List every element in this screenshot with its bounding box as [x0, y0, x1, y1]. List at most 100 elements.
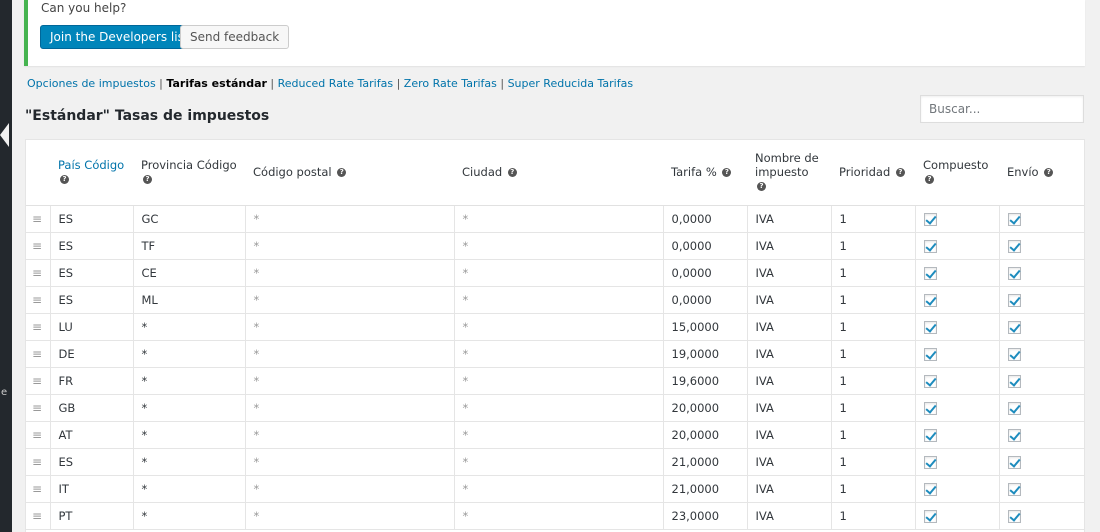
header-country[interactable]: País Código? — [50, 140, 133, 206]
compound-checkbox[interactable] — [923, 428, 937, 442]
shipping-checkbox[interactable] — [1007, 482, 1021, 496]
table-row[interactable]: ≡ AT * * * 20,0000 IVA 1 — [26, 421, 1084, 449]
help-icon[interactable]: ? — [895, 168, 905, 178]
drag-handle-icon[interactable]: ≡ — [26, 367, 50, 395]
cell-state[interactable]: TF — [132, 232, 245, 260]
cell-rate[interactable]: 0,0000 — [662, 205, 747, 233]
table-row[interactable]: ≡ ES TF * * 0,0000 IVA 1 — [26, 232, 1084, 260]
cell-city[interactable]: * — [453, 394, 663, 422]
help-icon[interactable]: ? — [60, 175, 69, 185]
cell-priority[interactable]: 1 — [830, 340, 915, 368]
drag-handle-icon[interactable]: ≡ — [26, 394, 50, 422]
cell-priority[interactable]: 1 — [830, 502, 915, 530]
table-row[interactable]: ≡ ES CE * * 0,0000 IVA 1 — [26, 259, 1084, 287]
shipping-checkbox[interactable] — [1007, 293, 1021, 307]
cell-country[interactable]: DE — [49, 340, 133, 368]
cell-country[interactable]: GB — [49, 394, 133, 422]
shipping-checkbox[interactable] — [1007, 509, 1021, 523]
help-icon[interactable]: ? — [507, 168, 517, 178]
table-row[interactable]: ≡ ES * * * 21,0000 IVA 1 — [26, 448, 1084, 476]
compound-checkbox[interactable] — [923, 401, 937, 415]
cell-state[interactable]: * — [132, 394, 245, 422]
compound-checkbox[interactable] — [923, 347, 937, 361]
join-developers-button[interactable]: Join the Developers list — [40, 25, 199, 49]
cell-rate[interactable]: 0,0000 — [662, 232, 747, 260]
cell-city[interactable]: * — [453, 475, 663, 503]
cell-tax-name[interactable]: IVA — [746, 421, 831, 449]
help-icon[interactable]: ? — [1044, 168, 1054, 178]
cell-rate[interactable]: 21,0000 — [662, 475, 747, 503]
nav-super-reduced-rates[interactable]: Super Reducida Tarifas — [508, 77, 633, 90]
cell-tax-name[interactable]: IVA — [746, 232, 831, 260]
compound-checkbox[interactable] — [923, 374, 937, 388]
nav-tax-options[interactable]: Opciones de impuestos — [27, 77, 156, 90]
cell-state[interactable]: * — [132, 313, 245, 341]
compound-checkbox[interactable] — [923, 239, 937, 253]
cell-postcode[interactable]: * — [244, 313, 454, 341]
cell-country[interactable]: ES — [49, 205, 133, 233]
cell-rate[interactable]: 20,0000 — [662, 421, 747, 449]
cell-city[interactable]: * — [453, 259, 663, 287]
drag-handle-icon[interactable]: ≡ — [26, 259, 50, 287]
cell-postcode[interactable]: * — [244, 232, 454, 260]
cell-postcode[interactable]: * — [244, 502, 454, 530]
table-row[interactable]: ≡ FR * * * 19,6000 IVA 1 — [26, 367, 1084, 395]
cell-priority[interactable]: 1 — [830, 448, 915, 476]
shipping-checkbox[interactable] — [1007, 320, 1021, 334]
cell-postcode[interactable]: * — [244, 421, 454, 449]
cell-priority[interactable]: 1 — [830, 313, 915, 341]
cell-priority[interactable]: 1 — [830, 475, 915, 503]
cell-state[interactable]: GC — [132, 205, 245, 233]
drag-handle-icon[interactable]: ≡ — [26, 313, 50, 341]
cell-country[interactable]: FR — [49, 367, 133, 395]
cell-tax-name[interactable]: IVA — [746, 448, 831, 476]
cell-rate[interactable]: 0,0000 — [662, 259, 747, 287]
cell-country[interactable]: ES — [49, 286, 133, 314]
cell-postcode[interactable]: * — [244, 367, 454, 395]
table-row[interactable]: ≡ ES ML * * 0,0000 IVA 1 — [26, 286, 1084, 314]
cell-priority[interactable]: 1 — [830, 259, 915, 287]
compound-checkbox[interactable] — [923, 266, 937, 280]
cell-tax-name[interactable]: IVA — [746, 286, 831, 314]
drag-handle-icon[interactable]: ≡ — [26, 475, 50, 503]
cell-priority[interactable]: 1 — [830, 394, 915, 422]
cell-city[interactable]: * — [453, 502, 663, 530]
cell-rate[interactable]: 19,6000 — [662, 367, 747, 395]
cell-state[interactable]: ML — [132, 286, 245, 314]
shipping-checkbox[interactable] — [1007, 374, 1021, 388]
cell-tax-name[interactable]: IVA — [746, 502, 831, 530]
help-icon[interactable]: ? — [722, 168, 732, 178]
drag-handle-icon[interactable]: ≡ — [26, 340, 50, 368]
shipping-checkbox[interactable] — [1007, 266, 1021, 280]
drag-handle-icon[interactable]: ≡ — [26, 232, 50, 260]
shipping-checkbox[interactable] — [1007, 212, 1021, 226]
send-feedback-button[interactable]: Send feedback — [180, 25, 290, 49]
cell-country[interactable]: IT — [49, 475, 133, 503]
cell-tax-name[interactable]: IVA — [746, 340, 831, 368]
cell-country[interactable]: ES — [49, 259, 133, 287]
cell-city[interactable]: * — [453, 205, 663, 233]
table-row[interactable]: ≡ PT * * * 23,0000 IVA 1 — [26, 502, 1084, 530]
cell-state[interactable]: * — [132, 367, 245, 395]
cell-priority[interactable]: 1 — [830, 205, 915, 233]
help-icon[interactable]: ? — [925, 175, 934, 185]
cell-postcode[interactable]: * — [244, 340, 454, 368]
cell-country[interactable]: LU — [49, 313, 133, 341]
cell-tax-name[interactable]: IVA — [746, 367, 831, 395]
nav-zero-rates[interactable]: Zero Rate Tarifas — [404, 77, 497, 90]
cell-country[interactable]: PT — [49, 502, 133, 530]
cell-state[interactable]: * — [132, 475, 245, 503]
cell-tax-name[interactable]: IVA — [746, 475, 831, 503]
table-row[interactable]: ≡ GB * * * 20,0000 IVA 1 — [26, 394, 1084, 422]
compound-checkbox[interactable] — [923, 320, 937, 334]
compound-checkbox[interactable] — [923, 509, 937, 523]
cell-postcode[interactable]: * — [244, 475, 454, 503]
compound-checkbox[interactable] — [923, 482, 937, 496]
cell-rate[interactable]: 20,0000 — [662, 394, 747, 422]
drag-handle-icon[interactable]: ≡ — [26, 502, 50, 530]
cell-priority[interactable]: 1 — [830, 232, 915, 260]
shipping-checkbox[interactable] — [1007, 401, 1021, 415]
cell-city[interactable]: * — [453, 448, 663, 476]
cell-city[interactable]: * — [453, 340, 663, 368]
drag-handle-icon[interactable]: ≡ — [26, 448, 50, 476]
